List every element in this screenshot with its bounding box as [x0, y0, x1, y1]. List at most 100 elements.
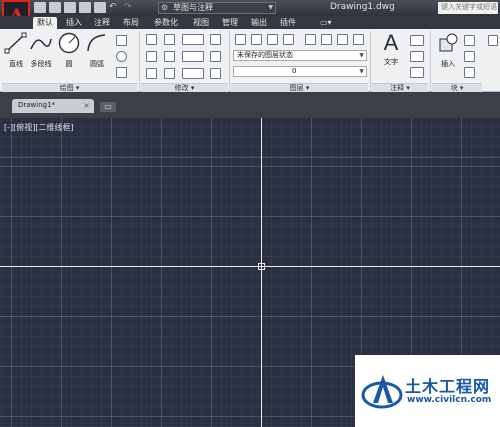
- circle-tool-button[interactable]: 圆: [56, 31, 82, 69]
- mirror-icon[interactable]: [164, 51, 175, 62]
- print-icon[interactable]: [94, 2, 106, 13]
- open-icon[interactable]: [49, 2, 61, 13]
- document-tab-label: Drawing1*: [18, 101, 56, 109]
- layer-icon[interactable]: [283, 34, 294, 45]
- gear-icon: ⚙: [161, 3, 169, 12]
- new-icon[interactable]: [34, 2, 46, 13]
- modify-panel-title[interactable]: 修改 ▾: [141, 83, 228, 92]
- chevron-down-icon: ▼: [359, 68, 364, 75]
- text-icon: A: [383, 30, 399, 55]
- layer-icon[interactable]: [337, 34, 348, 45]
- tab-manage[interactable]: 管理: [218, 17, 242, 29]
- layer-properties-icon[interactable]: [235, 34, 246, 45]
- current-layer-select[interactable]: 0 ▼: [233, 66, 367, 77]
- document-tab[interactable]: Drawing1* ×: [12, 99, 94, 113]
- watermark-title: 土木工程网: [405, 377, 491, 396]
- polyline-label: 多段线: [30, 60, 52, 68]
- move-icon[interactable]: [146, 34, 157, 45]
- crosshair-vertical: [261, 118, 262, 427]
- rectangle-icon[interactable]: [116, 35, 127, 46]
- fillet-icon[interactable]: [182, 51, 204, 62]
- arc-tool-button[interactable]: 圆弧: [84, 31, 110, 69]
- leader-icon[interactable]: [410, 51, 424, 62]
- quick-access-toolbar: ↶ ↷: [34, 2, 136, 13]
- scale-icon[interactable]: [164, 68, 175, 79]
- draw-panel-title[interactable]: 绘图 ▾: [2, 83, 137, 92]
- properties-icon[interactable]: [488, 35, 498, 46]
- copy-icon[interactable]: [146, 51, 157, 62]
- block-panel-title[interactable]: 块 ▾: [432, 83, 482, 92]
- viewport-controls[interactable]: [-][俯视][二维线框]: [4, 122, 74, 133]
- workspace-label: 草图与注释: [173, 3, 213, 12]
- ribbon-options-icon[interactable]: ▭▾: [316, 17, 336, 29]
- panel-divider: [430, 31, 431, 91]
- panel-divider: [229, 31, 230, 91]
- insert-label: 插入: [441, 60, 455, 68]
- layer-icon[interactable]: [353, 34, 364, 45]
- ribbon-tab-bar: 默认 插入 注释 布局 参数化 视图 管理 输出 插件 ▭▾: [0, 16, 500, 29]
- table-icon[interactable]: [410, 67, 424, 78]
- panel-divider: [370, 31, 371, 91]
- insert-block-icon: [439, 33, 458, 52]
- chevron-down-icon: ▼: [268, 4, 273, 11]
- hatch-icon[interactable]: [116, 67, 127, 78]
- circle-icon: [58, 32, 80, 54]
- layer-icon[interactable]: [321, 34, 332, 45]
- stretch-icon[interactable]: [146, 68, 157, 79]
- layer-icon[interactable]: [251, 34, 262, 45]
- undo-icon[interactable]: ↶: [109, 2, 121, 13]
- watermark-logo-icon: [361, 375, 403, 409]
- tab-parametric[interactable]: 参数化: [150, 17, 182, 29]
- offset-icon[interactable]: [210, 68, 221, 79]
- layers-panel-title[interactable]: 图层 ▾: [231, 83, 368, 92]
- erase-icon[interactable]: [210, 34, 221, 45]
- watermark-url: www.civilcn.com: [407, 395, 492, 405]
- close-icon[interactable]: ×: [83, 99, 90, 112]
- line-label: 直线: [9, 60, 23, 68]
- insert-block-button[interactable]: 插入: [435, 31, 461, 69]
- workspace-select[interactable]: ⚙ 草图与注释 ▼: [158, 2, 276, 14]
- trim-icon[interactable]: [182, 34, 204, 45]
- edit-block-icon[interactable]: [464, 51, 475, 62]
- layer-icon[interactable]: [267, 34, 278, 45]
- layer-icon[interactable]: [305, 34, 316, 45]
- polyline-icon: [30, 38, 52, 50]
- document-title: Drawing1.dwg: [330, 2, 395, 12]
- title-bar: A ▼ ↶ ↷ ⚙ 草图与注释 ▼ Drawing1.dwg 键入关键字或短语: [0, 0, 500, 30]
- line-icon: [4, 32, 27, 54]
- tab-annotate[interactable]: 注释: [90, 17, 114, 29]
- save-icon[interactable]: [64, 2, 76, 13]
- circle-label: 圆: [65, 60, 73, 68]
- dimension-icon[interactable]: [410, 35, 424, 46]
- annotation-panel-title[interactable]: 注释 ▾: [372, 83, 428, 92]
- ellipse-icon[interactable]: [116, 51, 127, 62]
- line-tool-button[interactable]: 直线: [3, 31, 29, 69]
- tab-layout[interactable]: 布局: [119, 17, 143, 29]
- array-icon[interactable]: [182, 68, 204, 79]
- text-label: 文字: [384, 58, 398, 66]
- watermark: 土木工程网 www.civilcn.com: [355, 355, 500, 427]
- ribbon: 直线 多段线 圆 圆弧 绘图 ▾ 修改 ▾ 未保存的图层状态 ▼ 0 ▼ 图层 ▾: [0, 29, 500, 92]
- polyline-tool-button[interactable]: 多段线: [28, 31, 54, 69]
- create-block-icon[interactable]: [464, 35, 475, 46]
- tab-output[interactable]: 输出: [247, 17, 271, 29]
- save-as-icon[interactable]: [79, 2, 91, 13]
- new-tab-button[interactable]: ▭: [100, 102, 116, 112]
- tab-view[interactable]: 视图: [189, 17, 213, 29]
- text-tool-button[interactable]: A 文字: [378, 31, 404, 67]
- arc-label: 圆弧: [90, 60, 104, 68]
- search-input[interactable]: 键入关键字或短语: [438, 2, 498, 14]
- panel-divider: [139, 31, 140, 91]
- attribute-icon[interactable]: [464, 67, 475, 78]
- redo-icon[interactable]: ↷: [124, 2, 136, 13]
- crosshair-horizontal: [0, 266, 500, 267]
- explode-icon[interactable]: [210, 51, 221, 62]
- tab-home[interactable]: 默认: [33, 17, 57, 29]
- layer-state-select[interactable]: 未保存的图层状态 ▼: [233, 50, 367, 61]
- tab-insert[interactable]: 插入: [62, 17, 86, 29]
- crosshair-pickbox: [258, 263, 265, 270]
- arc-icon: [87, 34, 106, 52]
- rotate-icon[interactable]: [164, 34, 175, 45]
- tab-plugins[interactable]: 插件: [276, 17, 300, 29]
- document-tab-bar: Drawing1* × ▭: [0, 92, 500, 118]
